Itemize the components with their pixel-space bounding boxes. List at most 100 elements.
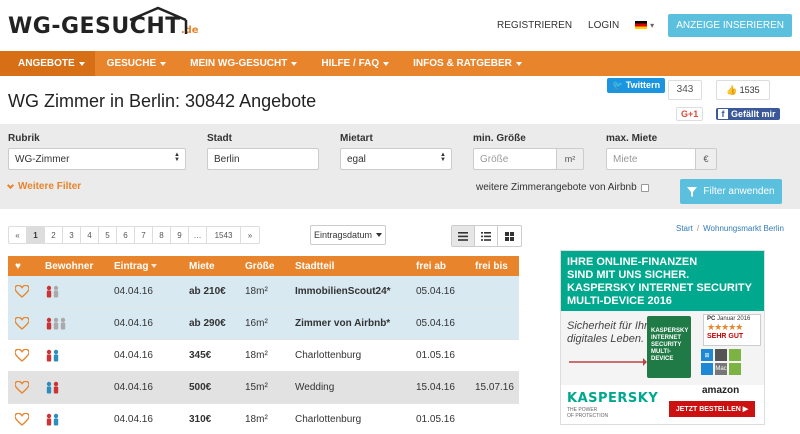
mietart-select[interactable]: egal ▲ ▼ (340, 148, 452, 170)
grid-view-button[interactable] (498, 226, 521, 246)
table-row[interactable]: 04.04.16 310€ 18m² Charlottenburg 01.05.… (8, 404, 519, 434)
twitter-button[interactable]: 🐦 Twittern (607, 78, 666, 93)
groesse-input[interactable]: Größe (473, 148, 557, 170)
breadcrumb-start[interactable]: Start (676, 224, 693, 233)
pagination-page[interactable]: 6 (117, 227, 135, 243)
pagination-page[interactable]: 1 (27, 227, 45, 243)
ad-product-area: Sicherheit für Ihr digitales Leben. KASP… (561, 311, 764, 385)
table-row[interactable]: 04.04.16 ab 290€ 16m² Zimmer von Airbnb*… (8, 308, 519, 340)
login-link[interactable]: LOGIN (588, 20, 619, 31)
favorite-heart-icon[interactable] (15, 308, 29, 339)
arrows-graphic (569, 358, 647, 366)
pagination-page[interactable]: 7 (135, 227, 153, 243)
header-eintrag[interactable]: Eintrag (114, 256, 158, 276)
header-groesse[interactable]: Größe (245, 256, 274, 276)
pagination-page[interactable]: 2 (45, 227, 63, 243)
select-arrows-icon: ▲ ▼ (174, 152, 180, 163)
header-frei-bis[interactable]: frei bis (475, 256, 508, 276)
more-filters-toggle[interactable]: Weitere Filter (6, 181, 81, 192)
header-frei-ab[interactable]: frei ab (416, 256, 446, 276)
pagination-page[interactable]: 1543 (207, 227, 241, 243)
favorite-heart-icon[interactable] (15, 340, 29, 371)
tagline-line: OF PROTECTION (567, 413, 609, 419)
windows-icon: ⊞ (701, 349, 713, 361)
nav-infos-ratgeber[interactable]: INFOS & RATGEBER (401, 51, 534, 76)
pagination-prev[interactable]: « (9, 227, 27, 243)
facebook-like-button[interactable]: f Gefällt mir (716, 108, 780, 120)
header-miete[interactable]: Miete (189, 256, 215, 276)
favorite-heart-icon[interactable] (15, 372, 29, 403)
cell-stadtteil[interactable]: Charlottenburg (295, 340, 361, 371)
nav-hilfe-faq[interactable]: HILFE / FAQ (309, 51, 401, 76)
miete-label: max. Miete (606, 133, 658, 144)
pagination-page[interactable]: 8 (153, 227, 171, 243)
nav-gesuche[interactable]: GESUCHE (95, 51, 178, 76)
windows-phone-icon (701, 363, 713, 375)
table-row[interactable]: 04.04.16 345€ 18m² Charlottenburg 01.05.… (8, 340, 519, 372)
pagination-next[interactable]: » (241, 227, 259, 243)
mac-icon: Mac (715, 363, 727, 375)
cell-groesse: 18m² (245, 414, 268, 425)
ad-headline-line: IHRE ONLINE-FINANZEN (567, 256, 698, 268)
pagination-page[interactable]: 4 (81, 227, 99, 243)
box-text: SECURITY (651, 342, 682, 348)
stadt-input[interactable]: Berlin (207, 148, 319, 170)
cell-frei-bis: 15.07.16 (475, 382, 514, 393)
rubrik-value: WG-Zimmer (15, 153, 70, 165)
register-link[interactable]: REGISTRIEREN (497, 20, 572, 31)
gplus-button[interactable]: G+1 (676, 107, 704, 121)
mietart-value: egal (347, 153, 366, 165)
ad-headline-line: KASPERSKY INTERNET SECURITY (567, 282, 752, 294)
miete-input[interactable]: Miete (606, 148, 696, 170)
twitter-bird-icon: 🐦 (612, 80, 624, 90)
cell-stadtteil[interactable]: Wedding (295, 372, 334, 403)
chevron-down-icon (6, 181, 15, 189)
nav-mein-wg-gesucht[interactable]: MEIN WG-GESUCHT (178, 51, 309, 76)
residents-icon (45, 276, 65, 307)
header-stadtteil[interactable]: Stadtteil (295, 256, 334, 276)
rubrik-select[interactable]: WG-Zimmer ▲ ▼ (8, 148, 186, 170)
list-view-button[interactable] (452, 226, 475, 246)
android-icon (729, 349, 741, 361)
kaspersky-ad-banner[interactable]: IHRE ONLINE-FINANZEN SIND MIT UNS SICHER… (560, 250, 765, 425)
pagination-page[interactable]: 9 (171, 227, 189, 243)
airbnb-option: weitere Zimmerangebote von Airbnb (476, 182, 649, 193)
post-ad-button[interactable]: ANZEIGE INSERIEREN (668, 13, 792, 37)
award-rating: SEHR GUT (707, 333, 744, 340)
box-text: MULTI-DEVICE (651, 349, 674, 362)
breadcrumb-current[interactable]: Wohnungsmarkt Berlin (703, 224, 784, 233)
nav-label: MEIN WG-GESUCHT (190, 58, 288, 69)
apply-filter-button[interactable]: Filter anwenden (680, 179, 782, 204)
favorite-heart-icon[interactable] (15, 276, 29, 307)
twitter-label: Twittern (625, 80, 661, 90)
detail-list-view-button[interactable] (475, 226, 498, 246)
cell-groesse: 18m² (245, 286, 268, 297)
table-row[interactable]: 04.04.16 ab 210€ 18m² ImmobilienScout24*… (8, 276, 519, 308)
language-selector[interactable]: ▾ (635, 21, 654, 30)
order-now-button[interactable]: JETZT BESTELLEN ▶ (669, 401, 755, 417)
nav-angebote[interactable]: ANGEBOTE (0, 51, 95, 76)
residents-icon (45, 308, 69, 339)
mietart-label: Mietart (340, 133, 373, 144)
cell-stadtteil[interactable]: Charlottenburg (295, 404, 361, 434)
stadt-value: Berlin (214, 153, 240, 165)
pagination-page[interactable]: 5 (99, 227, 117, 243)
kaspersky-logo: KASPERSKY (567, 391, 659, 406)
pagination-page[interactable]: 3 (63, 227, 81, 243)
sort-dropdown[interactable]: Eintragsdatum (310, 225, 386, 245)
cell-miete: 345€ (189, 350, 212, 361)
cell-stadtteil[interactable]: ImmobilienScout24* (295, 276, 391, 307)
groesse-label: min. Größe (473, 133, 526, 144)
cell-frei-ab: 05.04.16 (416, 286, 455, 297)
pc-magazin-award: PC Januar 2016 ★★★★★ SEHR GUT (703, 314, 761, 346)
nav-label: ANGEBOTE (18, 58, 75, 69)
caret-down-icon (376, 233, 383, 237)
airbnb-checkbox[interactable] (640, 183, 649, 192)
table-row[interactable]: 04.04.16 500€ 15m² Wedding 15.04.16 15.0… (8, 372, 519, 404)
ad-footer: KASPERSKY THE POWER OF PROTECTION amazon… (561, 385, 764, 424)
german-flag-icon (635, 21, 648, 29)
favorite-heart-icon[interactable] (15, 404, 29, 434)
sort-label: Eintragsdatum (313, 230, 373, 240)
cell-stadtteil[interactable]: Zimmer von Airbnb* (295, 308, 390, 339)
caret-down-icon (291, 61, 298, 66)
